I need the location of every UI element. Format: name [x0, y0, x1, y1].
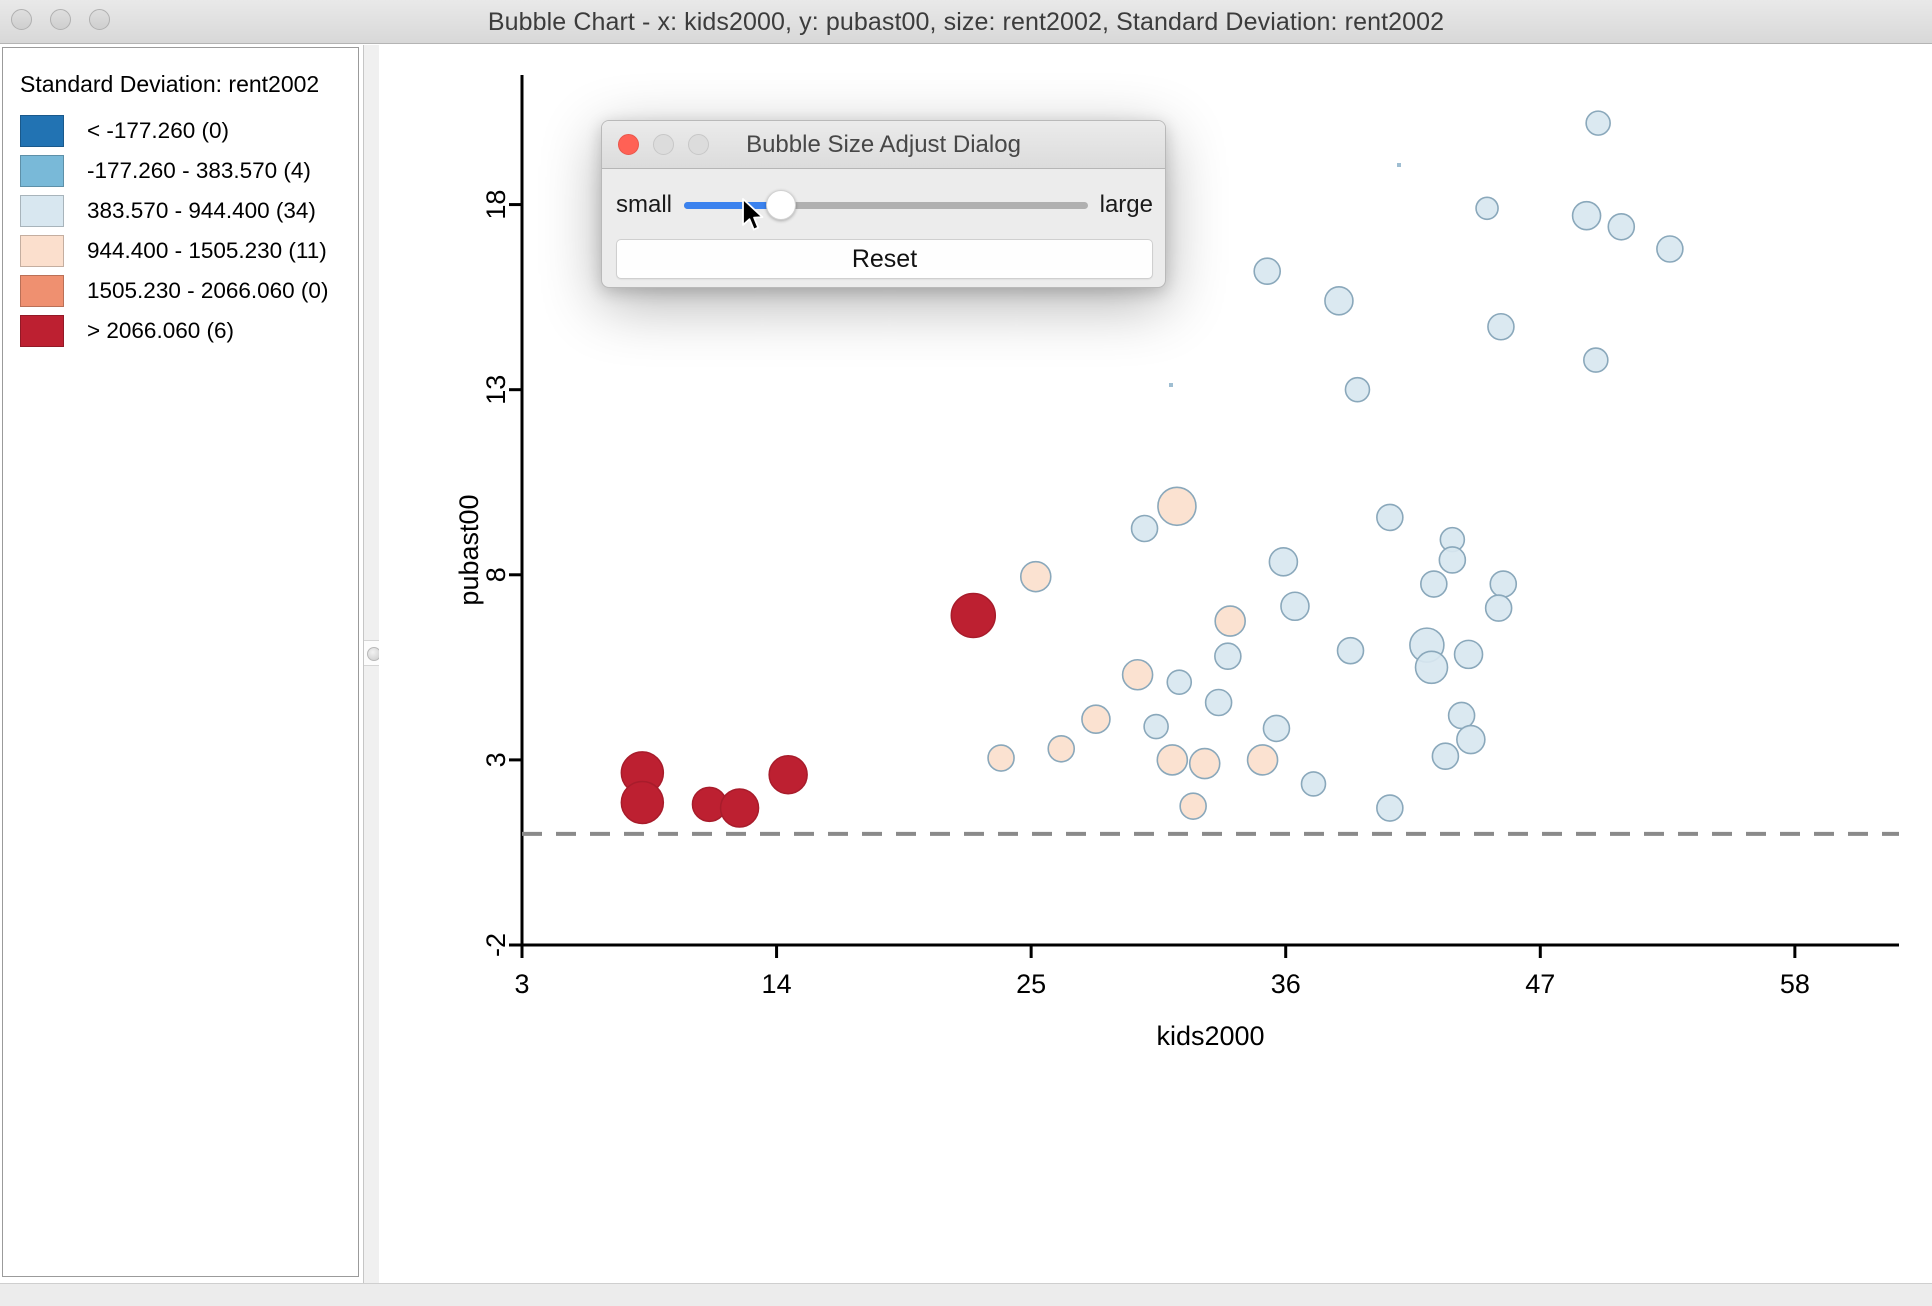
legend-item[interactable]: < -177.260 (0)	[20, 111, 328, 151]
bubble-point[interactable]	[1121, 658, 1154, 691]
bubble-point[interactable]	[1280, 591, 1310, 622]
legend-item[interactable]: > 2066.060 (6)	[20, 311, 328, 351]
bubble-point[interactable]	[1204, 688, 1233, 717]
bubble-point[interactable]	[1324, 286, 1354, 316]
application-window: Bubble Chart - x: kids2000, y: pubast00,…	[0, 0, 1932, 1306]
bubble-point[interactable]	[1484, 594, 1513, 622]
bubble-point[interactable]	[1081, 704, 1111, 734]
bubble-size-adjust-dialog[interactable]: Bubble Size Adjust Dialog small large Re…	[601, 120, 1166, 288]
bubble-point[interactable]	[1130, 514, 1159, 543]
legend-item-label: 944.400 - 1505.230 (11)	[87, 238, 327, 263]
y-axis-tick-label: 18	[481, 190, 511, 220]
splitter-grip-handle[interactable]	[364, 640, 381, 666]
bubble-point[interactable]	[1376, 503, 1404, 532]
x-axis-tick-label: 14	[762, 969, 792, 999]
legend-color-swatch	[20, 275, 64, 307]
slider-min-label: small	[616, 191, 673, 218]
bubble-point[interactable]	[1447, 701, 1476, 730]
legend-item-label: -177.260 - 383.570 (4)	[87, 158, 311, 183]
bubble-point[interactable]	[1188, 747, 1221, 780]
bubble-point[interactable]	[1656, 235, 1684, 263]
window-titlebar: Bubble Chart - x: kids2000, y: pubast00,…	[0, 0, 1932, 44]
legend-item[interactable]: -177.260 - 383.570 (4)	[20, 151, 328, 191]
legend-color-swatch	[20, 195, 64, 227]
bubble-point[interactable]	[1179, 792, 1207, 820]
bubble-point[interactable]	[1489, 570, 1518, 598]
legend-item-label: > 2066.060 (6)	[87, 318, 234, 343]
bubble-point-tiny[interactable]	[1397, 163, 1401, 167]
bubble-point[interactable]	[1262, 714, 1291, 743]
legend-item-label: < -177.260 (0)	[87, 118, 229, 143]
legend-color-swatch	[20, 235, 64, 267]
y-axis-title: pubast00	[454, 494, 484, 605]
slider-thumb-handle[interactable]	[765, 190, 796, 220]
x-axis-title: kids2000	[1156, 1021, 1264, 1051]
x-axis-tick-label: 25	[1016, 969, 1046, 999]
bubble-point[interactable]	[1475, 196, 1499, 221]
bubble-point[interactable]	[620, 780, 665, 825]
y-axis-tick-label: -2	[481, 933, 511, 957]
legend-color-swatch	[20, 155, 64, 187]
bubble-point[interactable]	[1344, 376, 1371, 403]
legend-color-swatch	[20, 115, 64, 147]
dialog-body: small large Reset	[602, 169, 1165, 287]
bubble-point[interactable]	[1300, 771, 1327, 797]
bubble-point[interactable]	[950, 592, 997, 639]
x-axis-tick-label: 3	[514, 969, 529, 999]
bubble-point[interactable]	[1414, 650, 1449, 685]
bubble-point[interactable]	[1156, 744, 1189, 776]
bubble-point[interactable]	[1268, 547, 1299, 577]
bubble-point[interactable]	[1456, 724, 1486, 755]
bubble-point-tiny[interactable]	[1169, 383, 1173, 387]
reset-button[interactable]: Reset	[616, 239, 1153, 279]
bubble-point[interactable]	[1253, 257, 1282, 286]
bubble-point[interactable]	[768, 754, 808, 795]
y-axis-tick-label: 3	[481, 752, 511, 767]
legend-title: Standard Deviation: rent2002	[20, 71, 320, 97]
bubble-point[interactable]	[1376, 794, 1404, 822]
slider-max-label: large	[1099, 191, 1153, 218]
bubble-point[interactable]	[1607, 212, 1636, 241]
legend-item-label: 1505.230 - 2066.060 (0)	[87, 278, 329, 303]
bubble-point[interactable]	[1453, 639, 1484, 670]
y-axis-tick-label: 8	[481, 567, 511, 582]
bubble-point[interactable]	[1336, 636, 1365, 665]
bubble-point[interactable]	[1420, 570, 1448, 598]
bubble-point[interactable]	[1019, 560, 1052, 593]
legend-color-swatch	[20, 315, 64, 347]
bubble-point[interactable]	[1166, 669, 1193, 695]
bubble-point[interactable]	[1583, 347, 1609, 373]
bubble-point[interactable]	[1438, 546, 1467, 574]
bubble-point[interactable]	[1571, 200, 1602, 231]
y-axis-tick-label: 13	[481, 375, 511, 405]
dialog-title: Bubble Size Adjust Dialog	[746, 131, 1021, 158]
dialog-titlebar: Bubble Size Adjust Dialog	[602, 121, 1165, 169]
bubble-size-slider-row[interactable]: small large	[616, 183, 1153, 227]
bubble-point[interactable]	[1487, 312, 1515, 341]
bubble-point[interactable]	[719, 788, 760, 828]
panel-splitter[interactable]	[363, 45, 381, 1283]
legend-item[interactable]: 1505.230 - 2066.060 (0)	[20, 271, 328, 311]
bubble-point[interactable]	[1214, 642, 1242, 671]
bubble-point[interactable]	[1143, 713, 1169, 740]
bubble-point[interactable]	[1157, 486, 1197, 527]
legend-item-label: 383.570 - 944.400 (34)	[87, 198, 316, 223]
x-axis-tick-label: 36	[1271, 969, 1301, 999]
legend-item[interactable]: 383.570 - 944.400 (34)	[20, 191, 328, 231]
bubble-point[interactable]	[1585, 110, 1611, 136]
bubble-point[interactable]	[1431, 742, 1460, 770]
bubble-point[interactable]	[1246, 744, 1279, 776]
bubble-point[interactable]	[1047, 734, 1076, 763]
x-axis-tick-label: 47	[1525, 969, 1555, 999]
window-title: Bubble Chart - x: kids2000, y: pubast00,…	[487, 8, 1445, 36]
bubble-size-slider[interactable]	[684, 190, 1088, 220]
legend-panel: Standard Deviation: rent2002 < -177.260 …	[0, 45, 363, 1283]
bubble-point[interactable]	[987, 744, 1015, 772]
legend-panel-inner: Standard Deviation: rent2002 < -177.260 …	[2, 47, 359, 1277]
x-axis-tick-label: 58	[1780, 969, 1810, 999]
bubble-point[interactable]	[1214, 605, 1246, 637]
status-bar	[0, 1283, 1932, 1306]
legend-item[interactable]: 944.400 - 1505.230 (11)	[20, 231, 328, 271]
legend-items-list: < -177.260 (0) -177.260 - 383.570 (4) 383.…	[20, 111, 328, 351]
